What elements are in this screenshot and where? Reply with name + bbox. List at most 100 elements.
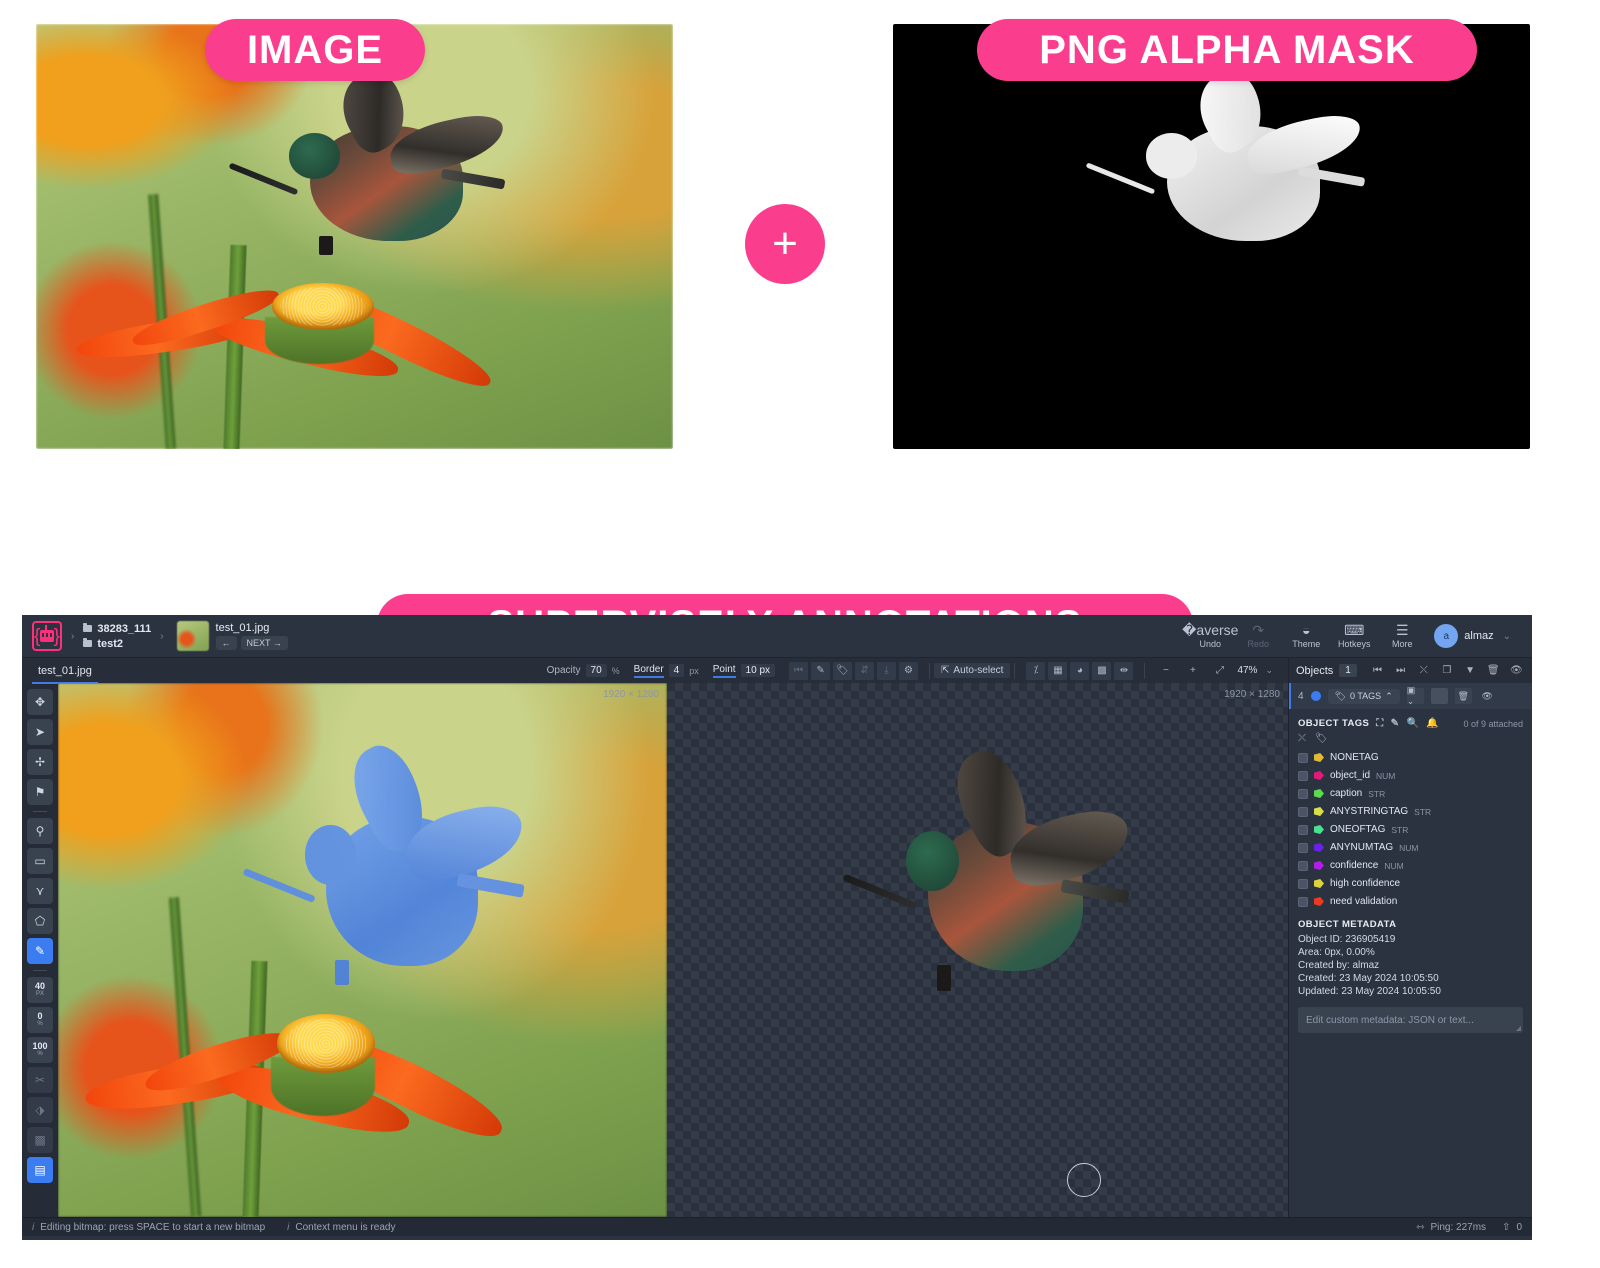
tag-list-item[interactable]: confidence NUM [1298, 858, 1523, 873]
tag-list-item[interactable]: object_id NUM [1298, 768, 1523, 783]
rectangle-tool[interactable]: ▭ [27, 848, 53, 874]
next-object-icon[interactable]: ⏭ [1392, 662, 1409, 680]
palette-icon[interactable]: ◕ [1070, 661, 1090, 680]
tag-checkbox[interactable] [1298, 752, 1308, 763]
auto-select-button[interactable]: ⇱ Auto-select [934, 663, 1011, 678]
object-list-item[interactable]: 4 🏷 0 TAGS ⌃ ▣ ⌄ 🗑 👁 [1289, 683, 1532, 709]
tag-list-item[interactable]: NONETAG [1298, 750, 1523, 765]
object-visibility-icon[interactable]: 👁 [1479, 688, 1496, 704]
settings-gear-icon[interactable]: ⚙ [899, 661, 919, 680]
border-value[interactable]: 4 [668, 664, 685, 677]
object-color-swatch[interactable] [1430, 688, 1448, 704]
checker-icon[interactable]: ▩ [1092, 661, 1112, 680]
point-control[interactable]: Point 10 px [706, 662, 782, 680]
fit-screen-button[interactable]: ⤢ [1210, 662, 1229, 680]
next-image-button[interactable]: NEXT → [240, 636, 288, 650]
flag-tool[interactable]: ⚑ [27, 779, 53, 805]
first-frame-icon[interactable]: ⏮ [789, 661, 809, 680]
align-icon[interactable]: ⇵ [855, 661, 875, 680]
tag-list-item[interactable]: high confidence [1298, 876, 1523, 891]
tab-current-image[interactable]: test_01.jpg [22, 658, 106, 684]
app-body: ✥ ➤ ✢ ⚑ ⚲ ▭ ⋎ ⬠ ✎ 40 PX 0 % 100 % ✂ ⬗ ▩ … [22, 683, 1532, 1217]
menu-icon: ☰ [1395, 621, 1409, 638]
tag-checkbox[interactable] [1298, 896, 1308, 907]
fill-tool[interactable]: ⬗ [27, 1097, 53, 1123]
expand-icon[interactable]: ⛶ [1376, 718, 1383, 729]
visibility-eye-icon[interactable]: 👁 [1508, 662, 1525, 680]
theme-button[interactable]: ◒ Theme [1282, 623, 1330, 649]
undo-button[interactable]: �averse Undo [1182, 623, 1238, 649]
tag-list-item[interactable]: need validation [1298, 894, 1523, 909]
zoom-chevron-icon[interactable]: ⌄ [1265, 665, 1273, 676]
tag-checkbox[interactable] [1298, 824, 1308, 835]
tag-checkbox[interactable] [1298, 806, 1308, 817]
brush-opacity-control[interactable]: 100 % [27, 1037, 53, 1063]
border-control[interactable]: Border 4 px [627, 662, 706, 680]
metadata-area: Area: 0px, 0.00% [1298, 947, 1375, 958]
canvas-annotated[interactable]: 1920 × 1280 [58, 683, 667, 1217]
download-icon[interactable]: ⤓ [877, 661, 897, 680]
tag-list-item[interactable]: ONEOFTAG STR [1298, 822, 1523, 837]
brush-tool[interactable]: ✎ [27, 938, 53, 964]
prev-image-button[interactable]: ← [215, 636, 237, 650]
tag-checkbox[interactable] [1298, 788, 1308, 799]
grid-icon[interactable]: ▦ [1048, 661, 1068, 680]
zoom-out-button[interactable]: − [1156, 662, 1175, 680]
duplicate-icon[interactable]: ❐ [1438, 662, 1455, 680]
object-index: 4 [1298, 690, 1304, 702]
tag-checkbox[interactable] [1298, 770, 1308, 781]
object-class-button[interactable]: ▣ ⌄ [1406, 685, 1424, 706]
avatar[interactable]: a [1434, 624, 1459, 648]
opacity-control[interactable]: Opacity 70 % [540, 662, 627, 680]
image-thumbnail[interactable] [176, 621, 209, 651]
tag-list-item[interactable]: caption STR [1298, 786, 1523, 801]
move-tool[interactable]: ✥ [27, 689, 53, 715]
redo-button[interactable]: ↷ Redo [1234, 623, 1282, 649]
object-delete-button[interactable]: 🗑 [1454, 688, 1472, 704]
search-icon[interactable]: 🔍 [1406, 718, 1419, 729]
canvas-cutout[interactable]: 1920 × 1280 [667, 683, 1288, 1217]
more-button[interactable]: ☰ More [1378, 621, 1426, 649]
object-color-dot[interactable] [1310, 691, 1321, 701]
tag-list-item[interactable]: ANYSTRINGTAG STR [1298, 804, 1523, 819]
opacity-value[interactable]: 70 [585, 664, 607, 677]
tag-icon[interactable]: 🏷 [833, 661, 853, 680]
polygon-tool[interactable]: ⬠ [27, 908, 53, 934]
mask-tool[interactable]: ▩ [27, 1127, 53, 1153]
object-tags-chip[interactable]: 🏷 0 TAGS ⌃ [1327, 688, 1400, 704]
tag-list-item[interactable]: ANYNUMTAG NUM [1298, 840, 1523, 855]
current-file-block: test_01.jpg ← NEXT → [215, 622, 288, 650]
drag-tool[interactable]: ✢ [27, 749, 53, 775]
bell-icon[interactable]: 🔔 [1426, 718, 1439, 729]
more-label: More [1392, 638, 1413, 649]
scissors-tool[interactable]: ✂ [27, 1067, 53, 1093]
prev-object-icon[interactable]: ⏮ [1369, 662, 1386, 680]
select-tool[interactable]: ➤ [27, 719, 53, 745]
polyline-tool[interactable]: ⋎ [27, 878, 53, 904]
bitmap-tool[interactable]: ▤ [27, 1157, 53, 1183]
chevron-down-icon[interactable]: ⌄ [1503, 631, 1511, 642]
point-value[interactable]: 10 px [740, 664, 776, 677]
zoom-in-button[interactable]: + [1183, 662, 1202, 680]
zoom-level[interactable]: 47% [1237, 665, 1257, 676]
compare-icon[interactable]: ⇹ [1114, 661, 1134, 680]
edit-pencil-icon[interactable]: ✎ [811, 661, 831, 680]
tag-checkbox[interactable] [1298, 842, 1308, 853]
supervisely-logo-icon[interactable]: {} [32, 621, 62, 651]
tag-checkbox[interactable] [1298, 878, 1308, 889]
filter-icon[interactable]: ▼ [1461, 662, 1478, 680]
point-tool[interactable]: ⚲ [27, 818, 53, 844]
annotated-bitmap-object[interactable] [242, 736, 530, 986]
custom-metadata-input[interactable]: Edit custom metadata: JSON or text... [1298, 1007, 1523, 1033]
tag-small-icon[interactable]: 🏷 [1315, 733, 1328, 744]
hotkeys-button[interactable]: ⌨ Hotkeys [1330, 623, 1378, 649]
brush-size-control[interactable]: 40 PX [27, 977, 53, 1003]
brush-hardness-control[interactable]: 0 % [27, 1007, 53, 1033]
shuffle-icon[interactable]: ⤬ [1415, 662, 1432, 680]
shuffle-small-icon[interactable]: ⤬ [1298, 733, 1306, 744]
tag-checkbox[interactable] [1298, 860, 1308, 871]
delete-icon[interactable]: 🗑 [1485, 662, 1502, 680]
breadcrumb[interactable]: 38283_111 test2 [83, 623, 151, 650]
shortcut-icon[interactable]: ⁒ [1026, 661, 1046, 680]
edit-icon[interactable]: ✎ [1391, 718, 1400, 729]
